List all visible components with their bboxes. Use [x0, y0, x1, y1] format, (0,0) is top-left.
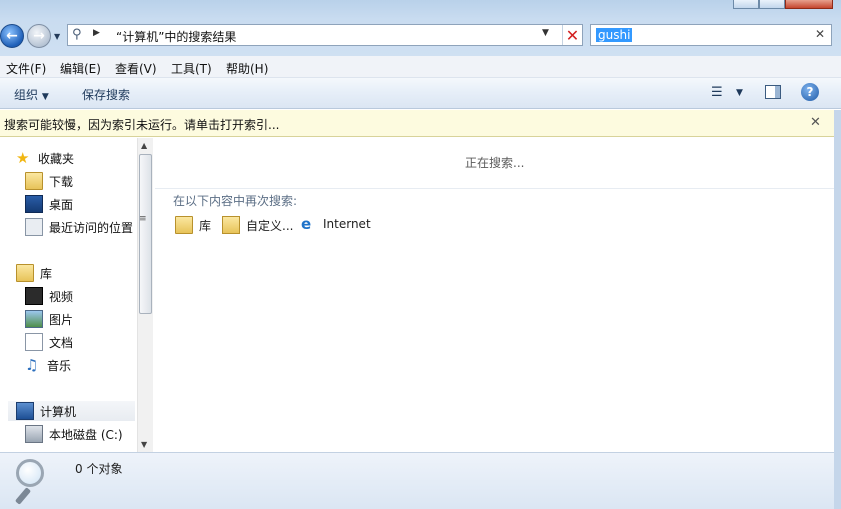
menu-help[interactable]: 帮助(H): [226, 60, 268, 77]
nav-music[interactable]: ♫ 音乐: [25, 355, 135, 375]
drive-icon: [25, 425, 43, 443]
documents-icon: [25, 333, 43, 351]
nav-label: 音乐: [47, 358, 72, 373]
nav-label: 文档: [49, 335, 74, 350]
address-dropdown[interactable]: ▼: [542, 28, 549, 38]
search-again-libraries[interactable]: 库: [175, 216, 211, 234]
breadcrumb[interactable]: “计算机”中的搜索结果: [116, 28, 236, 45]
nav-label: 最近访问的位置: [49, 220, 134, 235]
command-bar: 组织 ▼ 保存搜索 ☰ ▼ ?: [0, 78, 841, 109]
info-bar[interactable]: 搜索可能较慢，因为索引未运行。请单击打开索引... ✕: [0, 110, 834, 137]
nav-label: 下载: [49, 174, 74, 189]
search-again-header: 在以下内容中再次搜索:: [173, 194, 298, 208]
magnifier-icon: [14, 457, 58, 505]
breadcrumb-chevron-icon[interactable]: ▶: [93, 28, 100, 38]
nav-downloads[interactable]: 下载: [25, 171, 135, 191]
recent-places-icon: [25, 218, 43, 236]
nav-libraries[interactable]: 库: [16, 263, 134, 283]
item-count: 0 个对象: [75, 462, 123, 476]
downloads-folder-icon: [25, 172, 43, 190]
help-icon[interactable]: ?: [801, 83, 819, 101]
organize-button[interactable]: 组织 ▼: [14, 86, 49, 103]
view-dropdown[interactable]: ▼: [736, 88, 743, 98]
nav-documents[interactable]: 文档: [25, 332, 135, 352]
close-icon: ✕: [565, 25, 580, 45]
close-window-button[interactable]: [785, 0, 833, 9]
back-button[interactable]: ←: [0, 24, 24, 48]
search-clear-button[interactable]: ✕: [815, 27, 825, 41]
desktop-icon: [25, 195, 43, 213]
internet-explorer-icon: e: [301, 215, 312, 233]
search-input-value[interactable]: gushi: [596, 28, 633, 42]
searching-status: 正在搜索...: [465, 156, 525, 170]
search-again-label: 库: [199, 218, 212, 233]
nav-desktop[interactable]: 桌面: [25, 194, 135, 214]
search-again-internet[interactable]: e Internet: [301, 216, 371, 232]
library-icon: [175, 216, 193, 234]
menu-view[interactable]: 查看(V): [115, 60, 157, 77]
title-bar: ← → ▼ ⚲ ▶ “计算机”中的搜索结果 ▼ ✕ gushi ✕: [0, 0, 841, 56]
nav-label: 库: [40, 266, 53, 281]
search-again-custom[interactable]: 自定义...: [222, 216, 293, 234]
nav-favorites[interactable]: ★ 收藏夹: [16, 148, 134, 168]
chevron-down-icon: ▼: [41, 92, 49, 102]
computer-icon: [16, 402, 34, 420]
save-search-button[interactable]: 保存搜索: [82, 86, 130, 103]
star-icon: ★: [16, 149, 30, 167]
pictures-icon: [25, 310, 43, 328]
nav-videos[interactable]: 视频: [25, 286, 135, 306]
menu-edit[interactable]: 编辑(E): [60, 60, 101, 77]
info-bar-close-icon[interactable]: ✕: [810, 115, 821, 130]
search-folder-icon: ⚲: [72, 27, 82, 42]
navigation-pane: ★ 收藏夹 下载 桌面 最近访问的位置 库 视频 图片 文档 ♫ 音乐 计算机 …: [0, 138, 153, 452]
search-again-label: 自定义...: [246, 218, 294, 233]
video-icon: [25, 287, 43, 305]
organize-label: 组织: [14, 88, 39, 102]
scroll-up-arrow-icon[interactable]: ▲: [141, 141, 147, 150]
results-pane: 正在搜索... 在以下内容中再次搜索: 库 自定义... e Internet: [155, 138, 834, 452]
menu-tools[interactable]: 工具(T): [171, 60, 212, 77]
scroll-down-arrow-icon[interactable]: ▼: [141, 440, 147, 449]
nav-pictures[interactable]: 图片: [25, 309, 135, 329]
maximize-button[interactable]: [759, 0, 785, 9]
divider: [155, 188, 834, 189]
menu-file[interactable]: 文件(F): [6, 60, 46, 77]
address-clear-button[interactable]: ✕: [562, 25, 582, 45]
search-input[interactable]: gushi ✕: [590, 24, 832, 46]
scroll-thumb[interactable]: [139, 154, 152, 314]
nav-recent-places[interactable]: 最近访问的位置: [25, 217, 137, 237]
nav-computer[interactable]: 计算机: [8, 401, 135, 421]
nav-label: 视频: [49, 289, 74, 304]
nav-label: 计算机: [40, 404, 77, 419]
window-right-edge: [834, 110, 841, 509]
nav-label: 图片: [49, 312, 74, 327]
search-again-label: Internet: [323, 217, 371, 231]
view-options-icon[interactable]: ☰: [711, 85, 725, 101]
grip-icon: ≡: [139, 214, 147, 224]
nav-scrollbar[interactable]: ▲ ≡ ▼: [137, 138, 153, 452]
forward-arrow-icon: →: [33, 28, 45, 44]
minimize-button[interactable]: [733, 0, 759, 9]
menu-bar: 文件(F) 编辑(E) 查看(V) 工具(T) 帮助(H): [0, 56, 841, 78]
info-bar-text[interactable]: 搜索可能较慢，因为索引未运行。请单击打开索引...: [4, 116, 279, 133]
forward-button[interactable]: →: [27, 24, 51, 48]
address-bar[interactable]: ⚲ ▶ “计算机”中的搜索结果 ▼ ✕: [67, 24, 583, 46]
details-pane: 0 个对象: [0, 452, 834, 509]
custom-folder-icon: [222, 216, 240, 234]
nav-label: 本地磁盘 (C:): [49, 427, 123, 442]
back-arrow-icon: ←: [6, 28, 18, 44]
preview-pane-icon[interactable]: [765, 85, 781, 99]
nav-label: 桌面: [49, 197, 74, 212]
nav-local-disk[interactable]: 本地磁盘 (C:): [25, 424, 135, 444]
nav-label: 收藏夹: [38, 151, 75, 166]
music-note-icon: ♫: [25, 356, 39, 374]
history-dropdown[interactable]: ▼: [54, 32, 64, 42]
library-icon: [16, 264, 34, 282]
